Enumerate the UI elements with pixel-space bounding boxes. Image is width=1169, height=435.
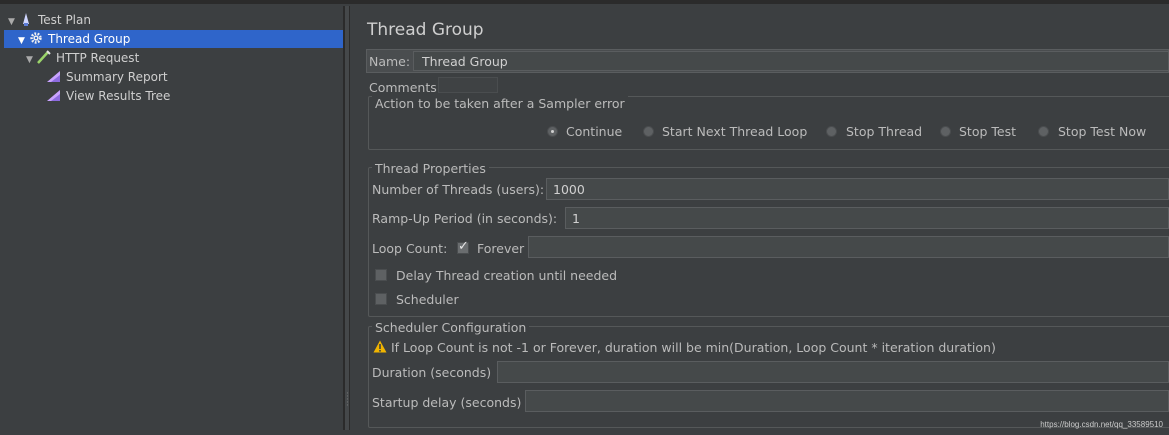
radio-continue[interactable] — [547, 126, 558, 137]
tree-item-label: View Results Tree — [66, 89, 171, 103]
scheduler-config-title: Scheduler Configuration — [372, 320, 530, 335]
window-top-border — [0, 0, 1169, 4]
name-value: Thread Group — [422, 54, 508, 69]
option-stop-thread-label: Stop Thread — [846, 124, 923, 139]
thread-properties-title: Thread Properties — [372, 161, 489, 176]
forever-checkbox[interactable]: ✓ — [457, 239, 469, 254]
option-stop-test-label: Stop Test — [959, 124, 1017, 139]
thread-group-panel: Thread Group Name: Thread Group Comments… — [350, 6, 1169, 430]
expand-triangle-icon[interactable]: ▼ — [18, 32, 28, 50]
scheduler-warning-text: If Loop Count is not -1 or Forever, dura… — [391, 340, 996, 355]
tree-item-label: Test Plan — [38, 13, 91, 27]
rampup-label: Ramp-Up Period (in seconds): — [372, 211, 558, 226]
splitter-grip-icon[interactable]: · · · · · — [346, 390, 349, 411]
comments-label: Comments: — [369, 80, 441, 95]
duration-label: Duration (seconds) — [372, 365, 492, 380]
scheduler-label: Scheduler — [396, 292, 459, 307]
rampup-input[interactable] — [565, 207, 1169, 229]
radio-stop-test[interactable] — [940, 126, 951, 137]
rampup-value: 1 — [572, 211, 580, 226]
panel-title: Thread Group — [367, 20, 484, 40]
threads-label: Number of Threads (users): — [372, 182, 545, 197]
tree-item-label: Summary Report — [66, 70, 168, 84]
option-continue-label: Continue — [566, 124, 623, 139]
chart-icon — [47, 71, 60, 82]
startup-delay-label: Startup delay (seconds) — [372, 395, 522, 410]
startup-delay-input[interactable] — [525, 390, 1169, 412]
tree-item-label: HTTP Request — [56, 51, 140, 65]
threads-input[interactable] — [546, 178, 1169, 200]
test-plan-tree[interactable]: ▼ Test Plan ▼ Thread Group ▼ HTTP Request S… — [4, 6, 344, 430]
option-stop-test-now-label: Stop Test Now — [1058, 124, 1147, 139]
gear-icon — [30, 32, 42, 44]
tree-item-thread-group[interactable]: ▼ Thread Group — [4, 30, 343, 48]
radio-start-next-thread-loop[interactable] — [643, 126, 654, 137]
tree-item-test-plan[interactable]: ▼ Test Plan — [8, 11, 91, 29]
expand-triangle-icon[interactable]: ▼ — [8, 13, 18, 31]
loop-count-input[interactable] — [528, 236, 1169, 258]
sampler-error-title: Action to be taken after a Sampler error — [372, 96, 628, 111]
tree-item-summary-report[interactable]: Summary Report — [46, 68, 168, 86]
warning-icon — [373, 340, 387, 353]
radio-stop-test-now[interactable] — [1038, 126, 1049, 137]
test-plan-icon — [23, 13, 29, 26]
comments-input[interactable] — [438, 77, 498, 93]
delay-thread-label: Delay Thread creation until needed — [396, 268, 618, 283]
name-input[interactable] — [413, 51, 1169, 71]
checkmark-icon: ✓ — [458, 239, 469, 254]
watermark-text: https://blog.csdn.net/qq_33589510 — [1040, 420, 1163, 429]
pipette-icon — [37, 50, 51, 64]
tree-item-label: Thread Group — [48, 32, 131, 46]
expand-triangle-icon[interactable]: ▼ — [26, 51, 36, 69]
duration-input[interactable] — [497, 361, 1169, 383]
radio-stop-thread[interactable] — [826, 126, 837, 137]
name-label: Name: — [369, 54, 411, 69]
tree-item-view-results-tree[interactable]: View Results Tree — [46, 87, 170, 105]
option-start-next-label: Start Next Thread Loop — [662, 124, 808, 139]
tree-item-http-request[interactable]: ▼ HTTP Request — [26, 49, 139, 67]
chart-icon — [47, 90, 60, 101]
forever-label: Forever — [477, 241, 525, 256]
delay-thread-checkbox[interactable] — [375, 269, 387, 281]
loop-count-label: Loop Count: — [372, 241, 448, 256]
threads-value: 1000 — [553, 182, 585, 197]
scheduler-checkbox[interactable] — [375, 293, 387, 305]
